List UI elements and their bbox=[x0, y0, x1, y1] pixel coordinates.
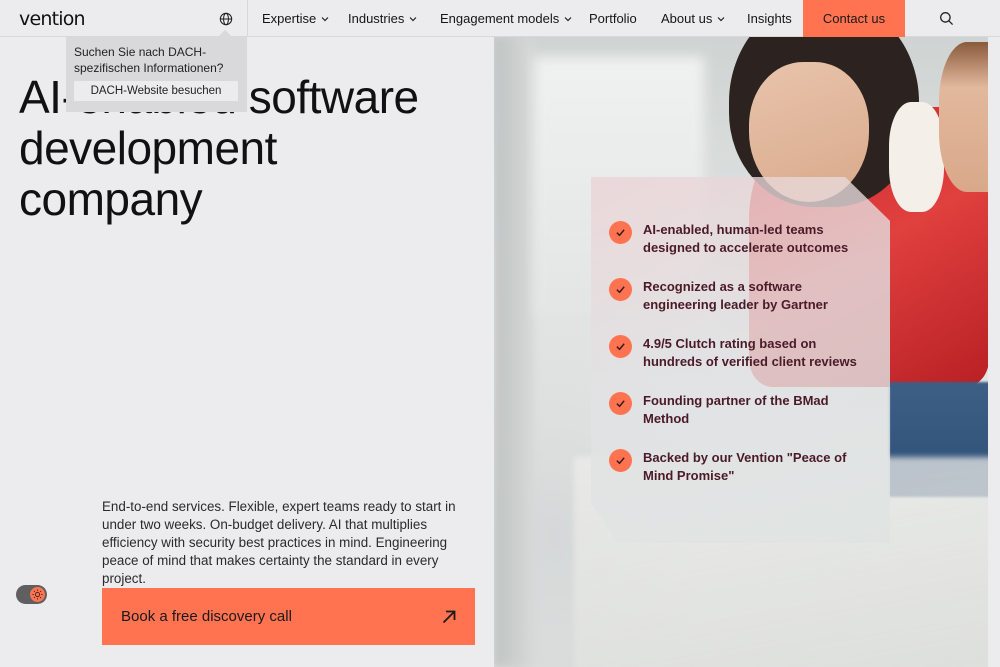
feature-text: Recognized as a software engineering lea… bbox=[643, 279, 828, 312]
chevron-down-icon bbox=[717, 16, 725, 21]
vention-logo[interactable]: vention bbox=[19, 8, 86, 30]
nav-label: About us bbox=[661, 11, 713, 26]
contact-us-button[interactable]: Contact us bbox=[803, 0, 905, 37]
feature-item: Founding partner of the BMad Method bbox=[609, 392, 868, 428]
nav-item-industries[interactable]: Industries bbox=[348, 11, 418, 26]
check-icon bbox=[609, 449, 632, 472]
nav-label: Insights bbox=[747, 11, 792, 26]
cta-label: Book a free discovery call bbox=[121, 608, 292, 625]
feature-text: AI-enabled, human-led teams designed to … bbox=[643, 222, 849, 255]
search-button[interactable] bbox=[928, 0, 964, 37]
feature-text: 4.9/5 Clutch rating based on hundreds of… bbox=[643, 336, 857, 369]
feature-item: 4.9/5 Clutch rating based on hundreds of… bbox=[609, 335, 868, 371]
features-card: AI-enabled, human-led teams designed to … bbox=[591, 177, 890, 543]
nav-label: Portfolio bbox=[589, 11, 637, 26]
photo-person-collar bbox=[889, 102, 944, 212]
chevron-down-icon bbox=[564, 16, 572, 21]
chevron-down-icon bbox=[409, 16, 417, 21]
visit-dach-website-button[interactable]: DACH-Website besuchen bbox=[74, 81, 238, 101]
nav-item-about-us[interactable]: About us bbox=[661, 11, 726, 26]
feature-text: Backed by our Vention "Peace of Mind Pro… bbox=[643, 450, 847, 483]
globe-icon bbox=[219, 12, 232, 25]
search-icon bbox=[939, 12, 953, 26]
nav-item-insights[interactable]: Insights bbox=[747, 11, 792, 26]
hero-description: End-to-end services. Flexible, expert te… bbox=[102, 499, 456, 586]
check-icon bbox=[609, 392, 632, 415]
nav-item-engagement-models[interactable]: Engagement models bbox=[440, 11, 573, 26]
photo-second-person bbox=[939, 42, 988, 192]
nav-label: Industries bbox=[348, 11, 405, 26]
feature-text: Founding partner of the BMad Method bbox=[643, 393, 829, 426]
arrow-up-right-icon bbox=[442, 610, 456, 623]
check-icon bbox=[609, 221, 632, 244]
nav-label: Expertise bbox=[262, 11, 317, 26]
feature-item: AI-enabled, human-led teams designed to … bbox=[609, 221, 868, 257]
sun-icon bbox=[32, 589, 43, 600]
nav-item-portfolio[interactable]: Portfolio bbox=[589, 11, 637, 26]
check-icon bbox=[609, 335, 632, 358]
chevron-down-icon bbox=[321, 16, 329, 21]
photo-background bbox=[494, 37, 534, 667]
theme-toggle-knob bbox=[30, 587, 45, 602]
theme-toggle[interactable] bbox=[16, 585, 47, 604]
hero-title-line: company bbox=[19, 173, 203, 225]
popover-message: Suchen Sie nach DACH-spezifischen Inform… bbox=[74, 45, 224, 75]
nav-item-expertise[interactable]: Expertise bbox=[262, 11, 330, 26]
check-icon bbox=[609, 278, 632, 301]
hero-title-line: development bbox=[19, 122, 277, 174]
site-header: vention Expertise Industries Engagement … bbox=[0, 0, 1000, 37]
feature-item: Recognized as a software engineering lea… bbox=[609, 278, 868, 314]
locale-suggestion-popover: Suchen Sie nach DACH-spezifischen Inform… bbox=[66, 37, 247, 112]
book-discovery-call-button[interactable]: Book a free discovery call bbox=[102, 588, 475, 645]
nav-label: Engagement models bbox=[440, 11, 560, 26]
feature-item: Backed by our Vention "Peace of Mind Pro… bbox=[609, 449, 868, 485]
